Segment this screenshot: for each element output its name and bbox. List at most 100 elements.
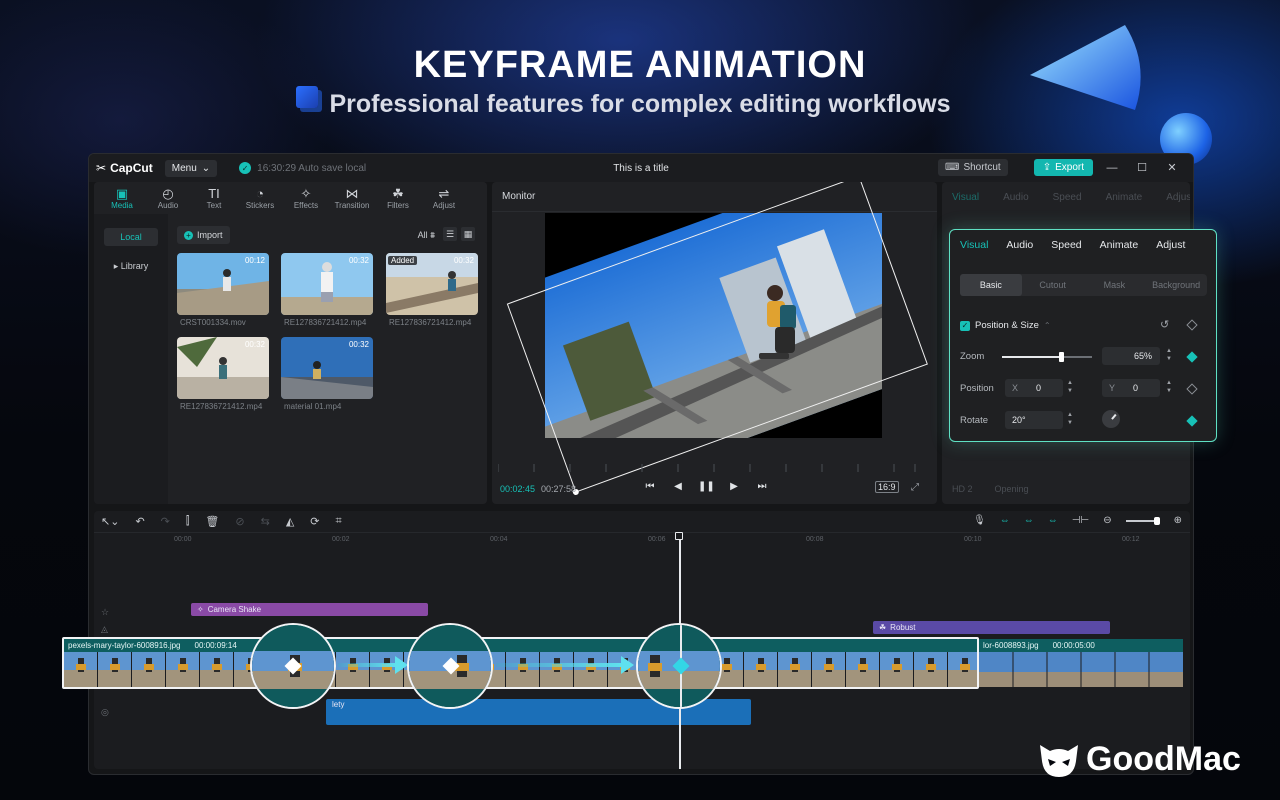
skip-start-icon[interactable]: ⏮ xyxy=(642,480,658,494)
subtab-basic[interactable]: Basic xyxy=(960,274,1022,296)
media-tool-transition[interactable]: ⋈ Transition xyxy=(330,182,374,214)
grid-view-icon[interactable]: ▦ xyxy=(461,227,475,241)
media-thumb-5[interactable]: 00:32 xyxy=(281,337,373,399)
keyframe-diamond-icon[interactable] xyxy=(1186,383,1198,395)
rotate-dial[interactable] xyxy=(1102,410,1120,428)
shortcut-button[interactable]: ⌨ Shortcut xyxy=(938,159,1008,176)
pause-icon[interactable]: ❚❚ xyxy=(698,480,715,494)
zoom-slider[interactable] xyxy=(1002,352,1092,362)
import-label: Import xyxy=(197,230,223,240)
check-icon: ✓ xyxy=(239,162,252,174)
skip-end-icon[interactable]: ⏭ xyxy=(754,480,770,494)
split-icon[interactable]: ⫿ xyxy=(186,515,190,528)
tab-adjust[interactable]: Adjust xyxy=(1156,239,1185,251)
media-tool-media[interactable]: ▣ Media xyxy=(100,182,144,214)
microphone-icon[interactable]: 🎙 xyxy=(973,515,986,526)
filter-bar[interactable]: ☘ Robust xyxy=(873,621,1110,634)
export-button[interactable]: ⇪ Export xyxy=(1033,159,1093,176)
magnet-icon[interactable]: ⇔ xyxy=(1024,515,1034,526)
import-button[interactable]: + Import xyxy=(177,226,230,244)
media-tool-stickers[interactable]: ◔ Stickers xyxy=(238,182,282,214)
zoom-field[interactable]: 65% xyxy=(1102,347,1160,365)
media-tool-text[interactable]: TI Text xyxy=(192,182,236,214)
preview-canvas[interactable] xyxy=(506,182,928,495)
preview-image xyxy=(506,182,928,495)
position-size-section[interactable]: ✓ Position & Size ⌃ xyxy=(960,320,1051,331)
maximize-icon[interactable]: ☐ xyxy=(1131,161,1153,174)
position-x-field[interactable]: X 0 xyxy=(1005,379,1063,397)
zoom-slider-knob[interactable] xyxy=(1058,352,1064,362)
filter-dropdown[interactable]: All ⩩ xyxy=(418,230,435,241)
keyframe-diamond-active-icon[interactable] xyxy=(1186,351,1198,363)
zoom-slider[interactable] xyxy=(1125,516,1160,525)
media-thumb-3[interactable]: Added 00:32 xyxy=(386,253,478,315)
monitor-scrubber[interactable] xyxy=(498,464,916,472)
monitor-panel: Monitor 00:02:45 00:27:58 ⏮ ◀ ❚❚ ▶ ⏭ 16:… xyxy=(492,182,937,504)
reverse-icon[interactable]: ⇆ xyxy=(261,515,270,528)
y-value: 0 xyxy=(1133,383,1139,393)
media-tool-audio[interactable]: ◴ Audio xyxy=(146,182,190,214)
crop-icon[interactable]: ⌗ xyxy=(336,515,342,528)
ruler-tick-label: 00:10 xyxy=(964,536,982,543)
menu-button[interactable]: Menu ⌄ xyxy=(164,159,218,177)
subtab-mask[interactable]: Mask xyxy=(1084,274,1146,296)
minimize-icon[interactable]: — xyxy=(1101,162,1123,174)
subtab-background[interactable]: Background xyxy=(1145,274,1207,296)
media-tool-adjust[interactable]: ⇌ Adjust xyxy=(422,182,466,214)
aspect-ratio-button[interactable]: 16:9 xyxy=(875,481,899,493)
titlebar-actions: ⌨ Shortcut ⇪ Export — ☐ ✕ xyxy=(938,159,1183,176)
chevron-up-icon[interactable]: ⌃ xyxy=(1044,321,1051,330)
undo-icon[interactable]: ↶ xyxy=(135,515,144,528)
fullscreen-icon[interactable]: ⤢ xyxy=(911,482,919,493)
freeze-icon[interactable]: ⊘ xyxy=(235,515,244,528)
media-thumb-1[interactable]: 00:12 xyxy=(177,253,269,315)
local-tab[interactable]: Local xyxy=(104,228,158,246)
rotate-field[interactable]: 20° xyxy=(1005,411,1063,429)
filters-icon: ☘ xyxy=(392,185,404,201)
checkbox-checked-icon[interactable]: ✓ xyxy=(960,320,970,331)
link-main-track-icon[interactable]: ⇔ xyxy=(1000,515,1010,526)
position-y-stepper[interactable]: ▲ ▼ xyxy=(1164,379,1174,397)
tab-visual[interactable]: Visual xyxy=(960,239,988,251)
media-tool-effects[interactable]: ✧ Effects xyxy=(284,182,328,214)
playhead-handle[interactable] xyxy=(675,532,683,540)
keyframe-diamond-section-icon[interactable] xyxy=(1186,319,1198,331)
prev-frame-icon[interactable]: ◀ xyxy=(670,480,686,494)
keyframe-diamond-active-icon[interactable] xyxy=(1186,415,1198,427)
tab-speed[interactable]: Speed xyxy=(1051,239,1081,251)
tab-animate[interactable]: Animate xyxy=(1100,239,1139,251)
media-thumb-4[interactable]: 00:32 xyxy=(177,337,269,399)
zoom-in-icon[interactable]: ⊕ xyxy=(1174,515,1182,526)
keyframe-magnifier-image-3 xyxy=(638,625,720,707)
tab-audio[interactable]: Audio xyxy=(1006,239,1033,251)
effects-icon: ✧ xyxy=(300,185,312,201)
auto-snap-icon[interactable]: ⇔ xyxy=(1048,515,1058,526)
close-icon[interactable]: ✕ xyxy=(1161,161,1183,174)
position-x-stepper[interactable]: ▲ ▼ xyxy=(1065,379,1075,397)
position-y-field[interactable]: Y 0 xyxy=(1102,379,1160,397)
media-thumb-2[interactable]: 00:32 xyxy=(281,253,373,315)
library-tab[interactable]: ▸ Library xyxy=(104,257,158,275)
effect-bar[interactable]: ✧ Camera Shake xyxy=(191,603,428,616)
mirror-icon[interactable]: ◭ xyxy=(286,515,294,528)
rotate-icon[interactable]: ⟳ xyxy=(310,515,319,528)
media-tool-filters[interactable]: ☘ Filters xyxy=(376,182,420,214)
redo-icon[interactable]: ↷ xyxy=(161,515,170,528)
position-label: Position xyxy=(960,383,994,394)
next-frame-icon[interactable]: ▶ xyxy=(726,480,742,494)
list-view-icon[interactable]: ☰ xyxy=(443,227,457,241)
keyframe-magnifier-2 xyxy=(407,623,493,709)
reset-icon[interactable]: ↺ xyxy=(1160,318,1169,331)
delete-icon[interactable]: 🗑 xyxy=(205,515,219,528)
timeline-ruler[interactable]: 00:00 00:02 00:04 00:06 00:08 00:10 00:12 xyxy=(94,533,1190,549)
zoom-slider-knob[interactable] xyxy=(1153,516,1160,525)
select-tool-icon[interactable]: ↖⌄ xyxy=(101,515,119,528)
second-clip[interactable]: lor-6008893.jpg 00:00:05:00 xyxy=(979,639,1183,687)
subtab-cutout[interactable]: Cutout xyxy=(1022,274,1084,296)
effect-bar-icon: ✧ xyxy=(197,605,204,614)
adjust-icon: ⇌ xyxy=(438,185,450,201)
rotate-stepper[interactable]: ▲ ▼ xyxy=(1065,411,1075,429)
zoom-stepper[interactable]: ▲ ▼ xyxy=(1164,347,1174,365)
preview-axis-icon[interactable]: ⊣⊢ xyxy=(1072,515,1089,526)
zoom-out-icon[interactable]: ⊖ xyxy=(1103,515,1111,526)
